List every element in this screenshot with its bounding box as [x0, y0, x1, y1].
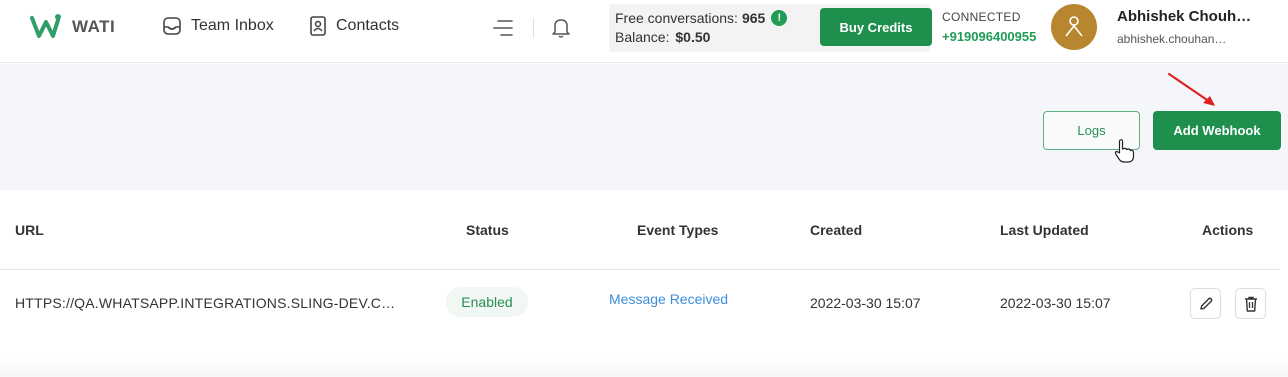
connection-status: CONNECTED +919096400955	[942, 10, 1036, 44]
delete-icon	[1244, 296, 1257, 312]
nav-contacts-label: Contacts	[336, 17, 400, 34]
edit-icon	[1199, 297, 1212, 310]
header-divider-line	[0, 269, 1280, 270]
user-email: abhishek.chouhan…	[1117, 32, 1227, 46]
info-icon[interactable]: !	[771, 10, 788, 26]
inbox-icon	[163, 17, 181, 35]
delete-button[interactable]	[1235, 288, 1266, 319]
pointer-cursor-icon	[1114, 139, 1135, 163]
top-header: WATI Team Inbox Contacts Free conversati…	[0, 0, 1288, 63]
created-date: 2022-03-30 15:07	[810, 295, 921, 311]
webhook-actions-bar: Logs Add Webhook	[0, 64, 1288, 190]
brand-logo[interactable]: WATI	[30, 12, 115, 42]
webhook-url[interactable]: HTTPS://QA.WHATSAPP.INTEGRATIONS.SLING-D…	[15, 295, 405, 311]
free-conversations-count: 965	[741, 10, 766, 26]
bell-icon[interactable]	[551, 17, 571, 39]
free-conversations: Free conversations: 965 !	[615, 10, 788, 26]
column-header-last-updated[interactable]: Last Updated	[1000, 222, 1089, 238]
nav-contacts[interactable]: Contacts	[309, 16, 399, 36]
annotation-arrow-icon	[1167, 72, 1215, 106]
column-header-status[interactable]: Status	[466, 222, 509, 238]
balance-label: Balance:	[615, 29, 670, 45]
webhooks-table: URL Status Event Types Created Last Upda…	[0, 190, 1288, 377]
user-avatar-icon	[1065, 16, 1083, 37]
table-footer-shade	[0, 355, 1288, 377]
balance-value: $0.50	[675, 29, 711, 45]
brand-name: WATI	[72, 17, 116, 36]
header-divider	[533, 18, 534, 38]
free-conversations-label: Free conversations:	[615, 10, 738, 26]
column-header-actions: Actions	[1202, 222, 1254, 238]
status-badge: Enabled	[446, 287, 528, 317]
balance: Balance: $0.50	[615, 29, 710, 45]
nav-team-inbox[interactable]: Team Inbox	[162, 16, 274, 36]
add-webhook-button[interactable]: Add Webhook	[1153, 111, 1281, 150]
column-header-url[interactable]: URL	[15, 222, 44, 238]
menu-icon[interactable]	[492, 18, 514, 38]
last-updated-date: 2022-03-30 15:07	[1000, 295, 1111, 311]
connection-status-label: CONNECTED	[942, 10, 1021, 24]
contacts-icon	[310, 16, 326, 36]
column-header-event-types[interactable]: Event Types	[637, 222, 718, 238]
event-type-tag[interactable]: Message Received	[609, 291, 728, 307]
edit-button[interactable]	[1190, 288, 1221, 319]
column-header-created[interactable]: Created	[810, 222, 862, 238]
connected-phone-number: +919096400955	[942, 29, 1037, 44]
user-name[interactable]: Abhishek Chouh…	[1117, 8, 1251, 25]
buy-credits-button[interactable]: Buy Credits	[820, 8, 932, 46]
nav-team-inbox-label: Team Inbox	[191, 17, 274, 34]
wati-logo-icon	[30, 14, 61, 38]
avatar[interactable]	[1051, 4, 1097, 50]
